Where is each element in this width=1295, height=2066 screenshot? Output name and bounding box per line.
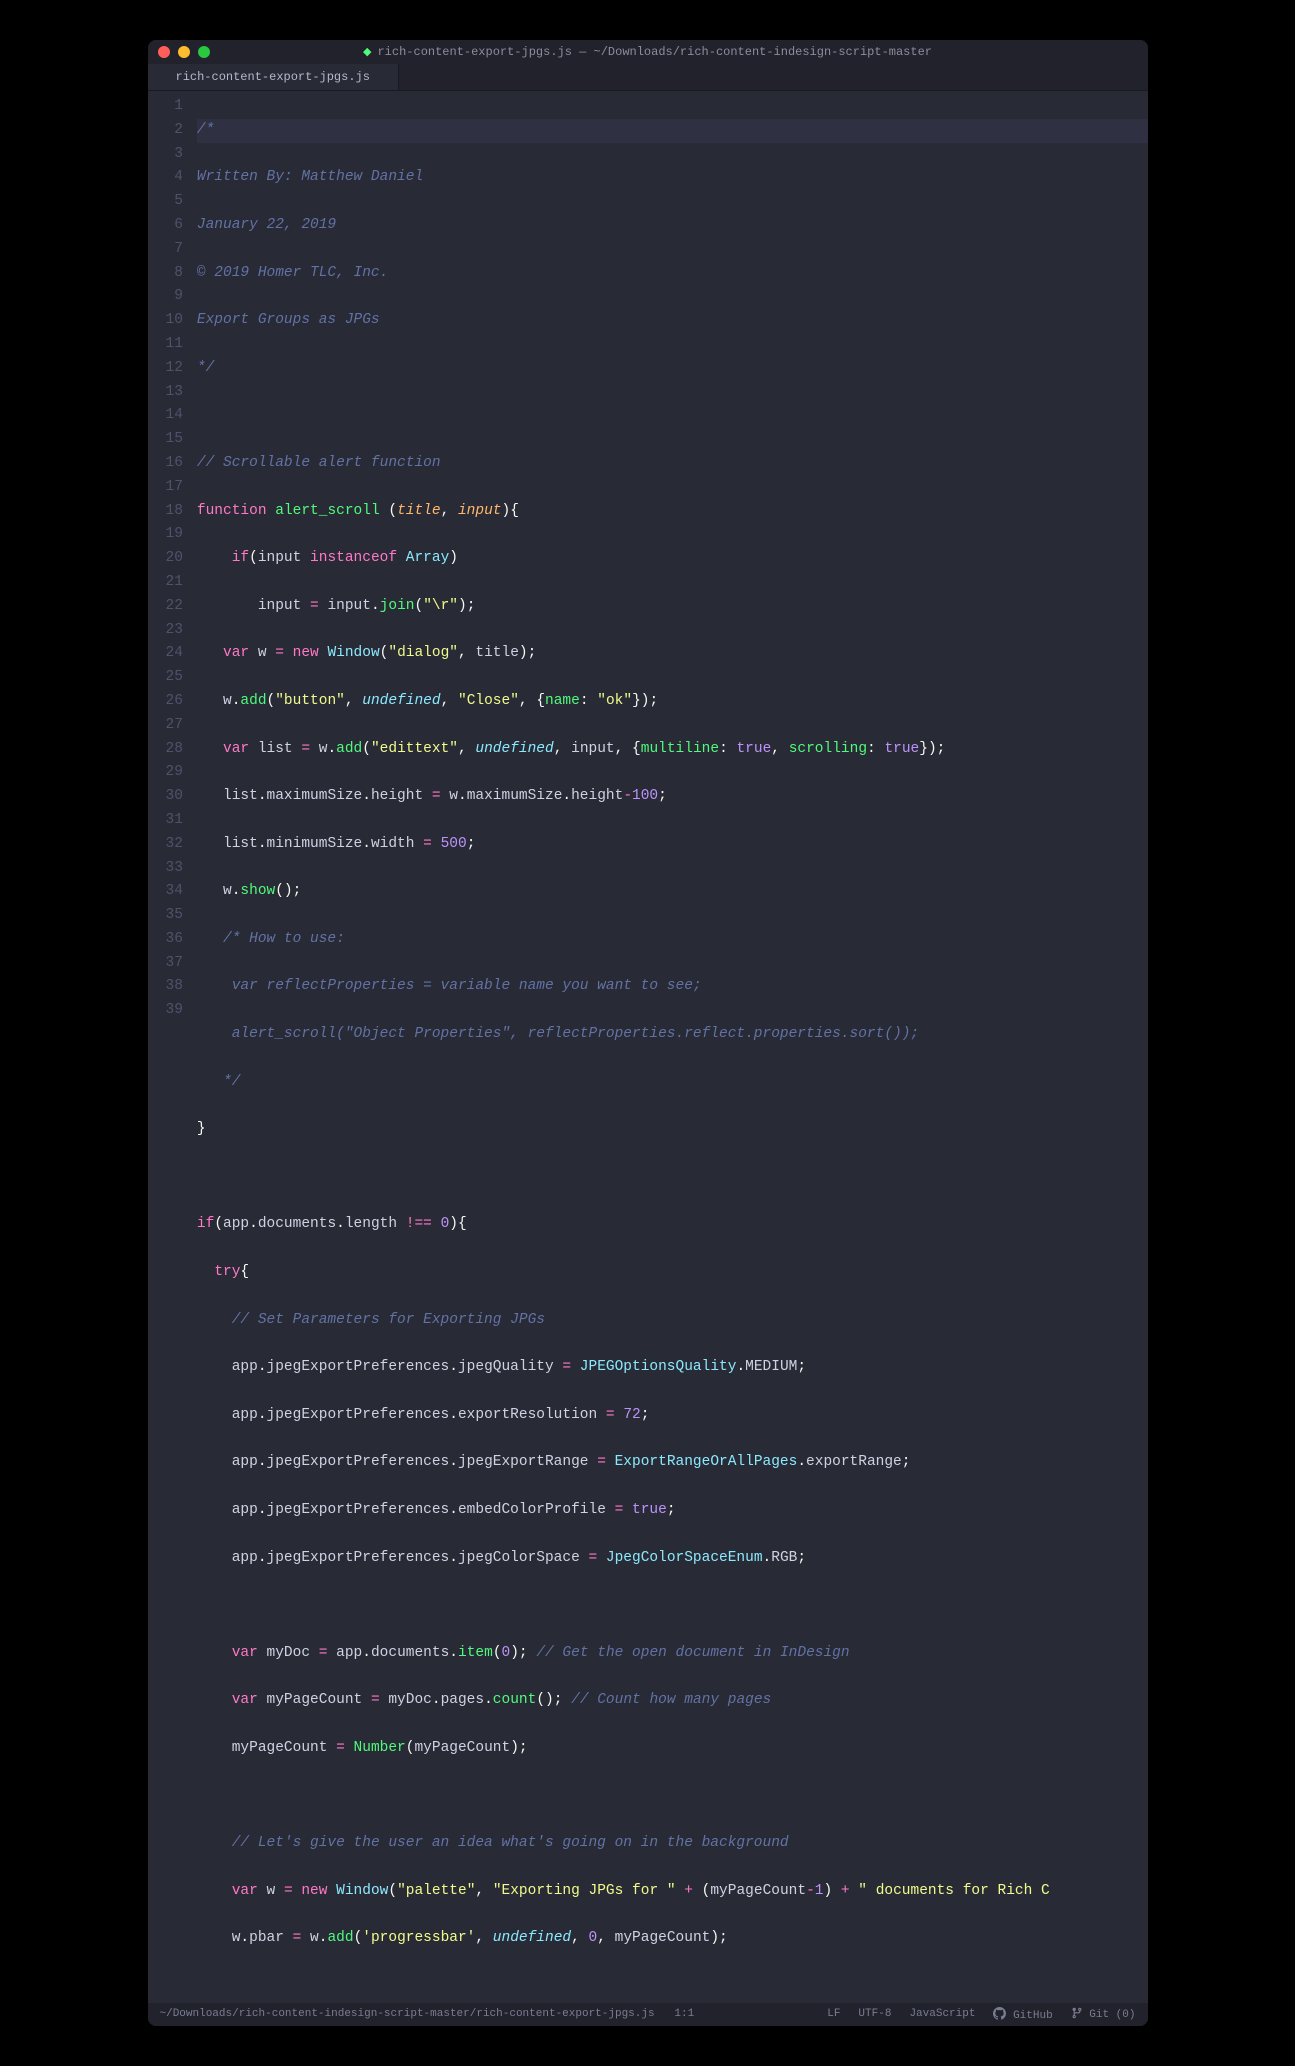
file-icon: ◆ — [363, 45, 371, 59]
editor-window: ◆ rich-content-export-jpgs.js — ~/Downlo… — [148, 40, 1148, 2026]
status-right: LF UTF-8 JavaScript GitHub Git (0) — [827, 2007, 1135, 2022]
code-area[interactable]: /* Written By: Matthew Daniel January 22… — [197, 91, 1148, 2003]
traffic-lights — [158, 46, 210, 58]
git-branch-icon — [1071, 2009, 1083, 2021]
tab-file[interactable]: rich-content-export-jpgs.js — [148, 64, 399, 90]
minimize-icon[interactable] — [178, 46, 190, 58]
window-title-text: rich-content-export-jpgs.js — ~/Download… — [377, 45, 932, 59]
status-github[interactable]: GitHub — [993, 2007, 1052, 2022]
github-icon — [993, 2010, 1006, 2022]
window-title: ◆ rich-content-export-jpgs.js — ~/Downlo… — [148, 45, 1148, 59]
status-cursor[interactable]: 1:1 — [674, 2008, 694, 2020]
status-path[interactable]: ~/Downloads/rich-content-indesign-script… — [160, 2008, 655, 2020]
titlebar: ◆ rich-content-export-jpgs.js — ~/Downlo… — [148, 40, 1148, 64]
line-gutter: 1234567891011121314151617181920212223242… — [148, 91, 197, 2003]
tab-bar: rich-content-export-jpgs.js — [148, 64, 1148, 91]
close-icon[interactable] — [158, 46, 170, 58]
maximize-icon[interactable] — [198, 46, 210, 58]
status-git[interactable]: Git (0) — [1071, 2007, 1136, 2021]
status-bar: ~/Downloads/rich-content-indesign-script… — [148, 2003, 1148, 2026]
code-editor[interactable]: 1234567891011121314151617181920212223242… — [148, 91, 1148, 2003]
status-language[interactable]: JavaScript — [909, 2008, 975, 2020]
status-encoding[interactable]: UTF-8 — [858, 2008, 891, 2020]
status-eol[interactable]: LF — [827, 2008, 840, 2020]
status-left: ~/Downloads/rich-content-indesign-script… — [160, 2008, 695, 2020]
